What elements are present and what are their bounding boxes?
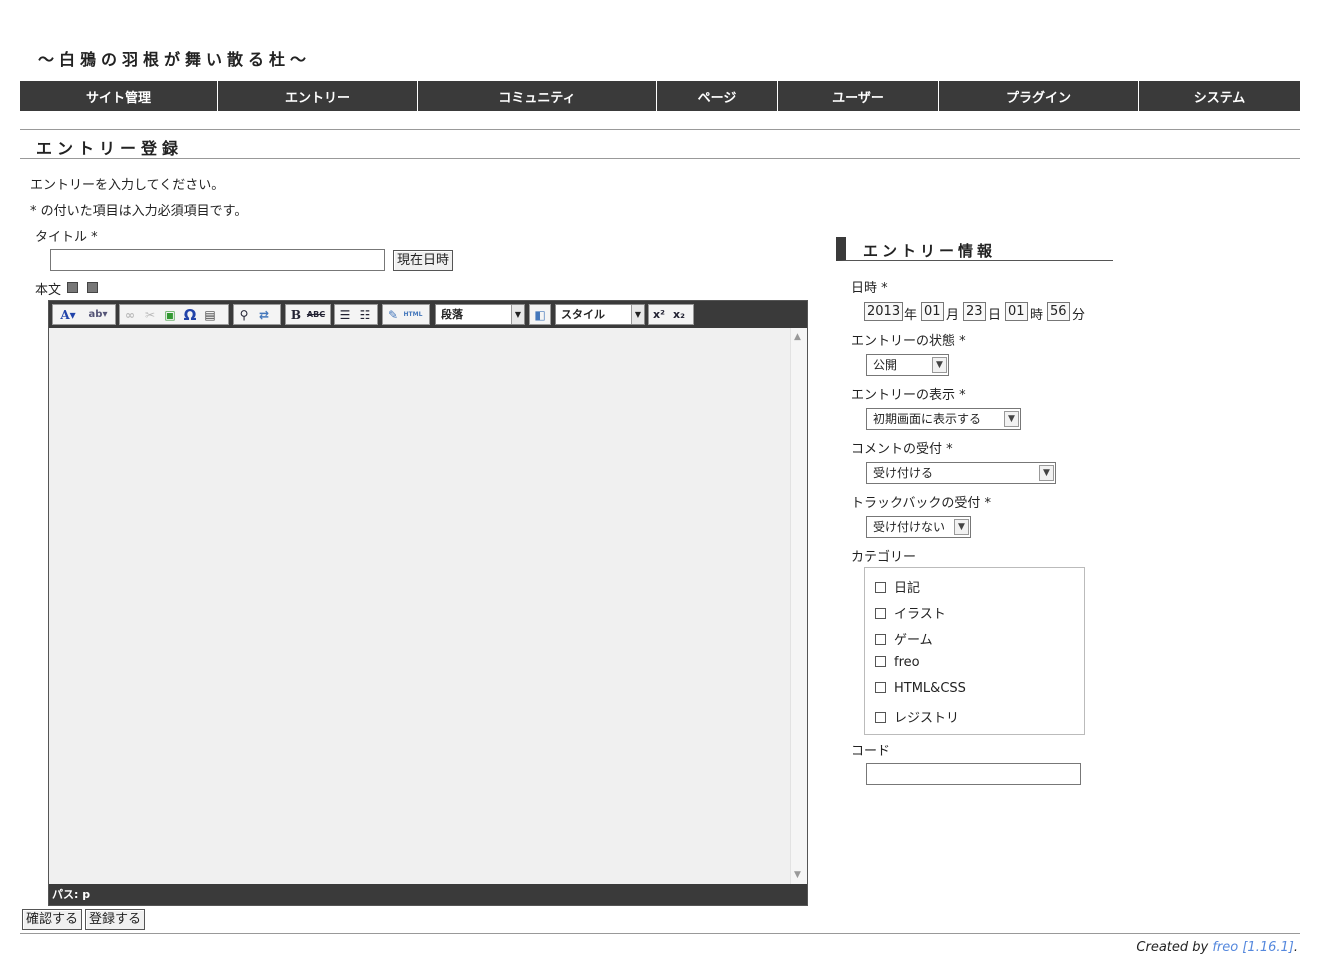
code-input[interactable]	[866, 763, 1081, 785]
datetime-label: 日時 *	[851, 281, 888, 296]
nav-item-entry[interactable]: エントリー	[218, 81, 418, 111]
bullet-list-icon[interactable]: ☰	[335, 305, 355, 324]
link-icon[interactable]: ∞	[120, 305, 140, 324]
style-select[interactable]: スタイル ▼	[555, 304, 645, 325]
minute-field[interactable]: 56	[1047, 302, 1070, 321]
highlight-icon[interactable]: ab▾	[83, 305, 113, 324]
confirm-button[interactable]: 確認する	[22, 909, 83, 930]
year-unit: 年	[904, 308, 918, 323]
checkbox[interactable]	[875, 608, 886, 619]
editor-scrollbar[interactable]: ▲ ▼	[790, 328, 807, 884]
body-label: 本文	[35, 283, 62, 298]
category-item[interactable]: 日記	[875, 577, 920, 596]
chevron-down-icon: ▼	[954, 519, 969, 535]
nav-item-plugin[interactable]: プラグイン	[939, 81, 1139, 111]
main-nav: サイト管理 エントリー コミュニティ ページ ユーザー プラグイン システム	[20, 81, 1300, 111]
hour-unit: 時	[1030, 308, 1044, 323]
status-label: エントリーの状態 *	[851, 334, 966, 349]
edit-icon[interactable]: ✎	[383, 305, 403, 324]
category-item[interactable]: イラスト	[875, 603, 946, 622]
editor-path: パス: p	[49, 884, 807, 905]
font-color-icon[interactable]: A▾	[53, 305, 83, 324]
chevron-down-icon: ▼	[1004, 411, 1019, 427]
checkbox[interactable]	[875, 712, 886, 723]
nav-item-community[interactable]: コミュニティ	[418, 81, 657, 111]
entry-info-heading: エントリー情報	[836, 237, 1113, 261]
chevron-down-icon: ▼	[932, 357, 947, 373]
unlink-icon[interactable]: ✂	[140, 305, 160, 324]
category-item[interactable]: レジストリ	[875, 707, 959, 726]
chevron-down-icon: ▼	[631, 305, 644, 324]
image-icon[interactable]: ▣	[160, 305, 180, 324]
category-list: 日記 イラスト ゲーム freo HTML&CSS レジストリ	[864, 567, 1085, 735]
table-icon[interactable]: ▤	[200, 305, 220, 324]
scroll-down-icon[interactable]: ▼	[794, 870, 801, 880]
page-title: エントリー登録	[36, 139, 184, 158]
editor-toolbar: A▾ ab▾ ∞ ✂ ▣ Ω ▤ ⚲ ⇄ B ABC ☰ ☷ ✎ HTML 段落…	[49, 301, 807, 328]
checkbox[interactable]	[875, 582, 886, 593]
replace-icon[interactable]: ⇄	[254, 305, 274, 324]
year-field[interactable]: 2013	[864, 302, 904, 321]
number-list-icon[interactable]: ☷	[355, 305, 375, 324]
code-label: コード	[851, 744, 891, 759]
trackback-select[interactable]: 受け付けない ▼	[866, 516, 971, 538]
page-header: エントリー登録	[20, 129, 1300, 159]
subscript-icon[interactable]: x₂	[669, 305, 689, 324]
now-datetime-button[interactable]: 現在日時	[393, 250, 454, 271]
title-label: タイトル *	[35, 230, 98, 245]
footer-divider	[20, 933, 1300, 934]
trackback-label: トラックバックの受付 *	[851, 496, 991, 511]
freo-link[interactable]: freo [1.16.1]	[1212, 940, 1294, 955]
minute-unit: 分	[1072, 308, 1086, 323]
comment-select[interactable]: 受け付ける ▼	[866, 462, 1056, 484]
strike-icon[interactable]: ABC	[306, 305, 326, 324]
editor-plain-icon[interactable]	[87, 282, 98, 293]
status-select[interactable]: 公開 ▼	[866, 354, 949, 376]
intro-text: エントリーを入力してください。	[30, 178, 225, 193]
editor-content-area[interactable]: ▲ ▼	[49, 328, 807, 884]
category-item[interactable]: freo	[875, 655, 920, 670]
nav-item-user[interactable]: ユーザー	[778, 81, 939, 111]
site-title: 〜白鴉の羽根が舞い散る杜〜	[38, 50, 312, 69]
comment-label: コメントの受付 *	[851, 442, 953, 457]
title-input[interactable]	[50, 249, 385, 271]
category-label: カテゴリー	[851, 550, 917, 565]
html-icon[interactable]: HTML	[403, 305, 423, 324]
submit-button[interactable]: 登録する	[85, 909, 146, 930]
chevron-down-icon: ▼	[511, 305, 524, 324]
category-item[interactable]: ゲーム	[875, 629, 933, 648]
checkbox[interactable]	[875, 682, 886, 693]
month-unit: 月	[946, 308, 960, 323]
rich-text-editor: A▾ ab▾ ∞ ✂ ▣ Ω ▤ ⚲ ⇄ B ABC ☰ ☷ ✎ HTML 段落…	[48, 300, 808, 906]
omega-icon[interactable]: Ω	[180, 305, 200, 324]
footer-credit: Created by freo [1.16.1].	[1136, 940, 1298, 955]
checkbox[interactable]	[875, 656, 886, 667]
layout-icon[interactable]: ◧	[530, 305, 550, 324]
day-unit: 日	[988, 308, 1002, 323]
scroll-up-icon[interactable]: ▲	[794, 332, 801, 342]
category-item[interactable]: HTML&CSS	[875, 681, 966, 696]
display-label: エントリーの表示 *	[851, 388, 966, 403]
bold-icon[interactable]: B	[286, 305, 306, 324]
nav-item-system[interactable]: システム	[1139, 81, 1300, 111]
nav-item-page[interactable]: ページ	[657, 81, 778, 111]
editor-toggle-icon[interactable]	[67, 282, 78, 293]
day-field[interactable]: 23	[963, 302, 986, 321]
hour-field[interactable]: 01	[1005, 302, 1028, 321]
required-note: * の付いた項目は入力必須項目です。	[30, 204, 248, 219]
superscript-icon[interactable]: x²	[649, 305, 669, 324]
month-field[interactable]: 01	[921, 302, 944, 321]
checkbox[interactable]	[875, 634, 886, 645]
chevron-down-icon: ▼	[1039, 465, 1054, 481]
display-select[interactable]: 初期画面に表示する ▼	[866, 408, 1021, 430]
nav-item-site-admin[interactable]: サイト管理	[20, 81, 218, 111]
format-select[interactable]: 段落 ▼	[435, 304, 525, 325]
find-icon[interactable]: ⚲	[234, 305, 254, 324]
